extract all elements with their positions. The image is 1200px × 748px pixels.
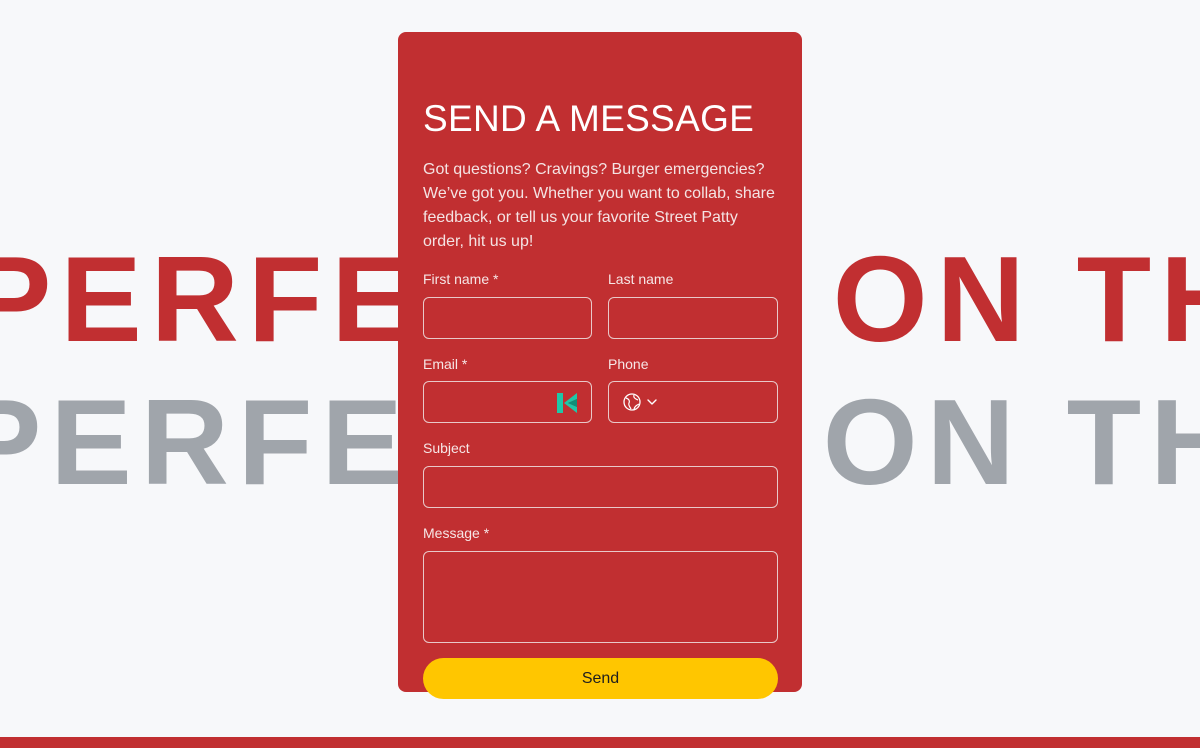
message-label: Message * bbox=[423, 525, 490, 541]
phone-label: Phone bbox=[608, 356, 649, 372]
k-autofill-icon[interactable] bbox=[556, 392, 578, 414]
first-name-label: First name * bbox=[423, 271, 499, 287]
globe-icon[interactable] bbox=[622, 392, 642, 412]
subject-input[interactable] bbox=[423, 466, 778, 508]
message-textarea[interactable] bbox=[423, 551, 778, 643]
last-name-label: Last name bbox=[608, 271, 674, 287]
subject-label: Subject bbox=[423, 440, 470, 456]
form-title: SEND A MESSAGE bbox=[423, 98, 755, 139]
send-button[interactable]: Send bbox=[423, 658, 778, 699]
footer-bar bbox=[0, 737, 1200, 748]
contact-form: SEND A MESSAGE Got questions? Cravings? … bbox=[398, 32, 802, 699]
form-description: Got questions? Cravings? Burger emergenc… bbox=[423, 161, 775, 250]
chevron-down-icon[interactable] bbox=[645, 395, 659, 409]
last-name-input[interactable] bbox=[608, 297, 778, 339]
email-label: Email * bbox=[423, 356, 468, 372]
first-name-input[interactable] bbox=[423, 297, 592, 339]
